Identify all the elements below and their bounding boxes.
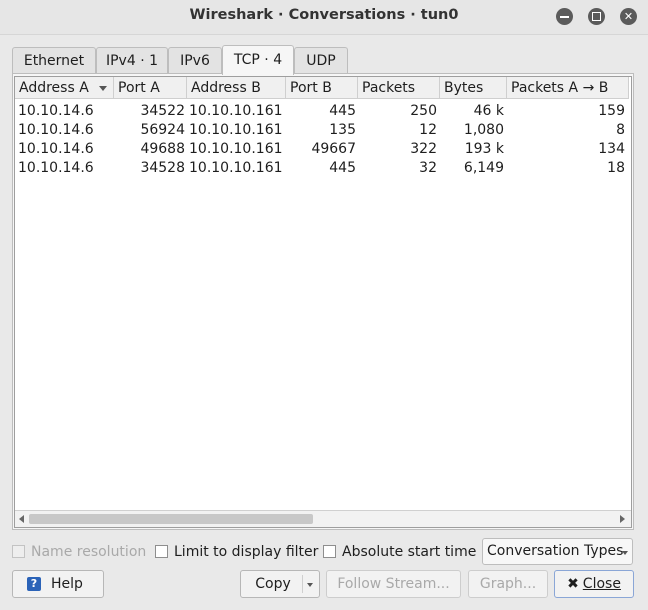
cell-packets-a-b: 18 <box>607 160 625 176</box>
cell-packets: 32 <box>419 160 437 176</box>
sort-descending-icon <box>99 86 107 91</box>
close-button[interactable]: ✖ Close <box>554 570 634 598</box>
tab-tcp[interactable]: TCP · 4 <box>222 45 294 75</box>
chevron-down-icon <box>622 551 628 555</box>
title-bar: Wireshark · Conversations · tun0 ✕ <box>0 0 648 35</box>
column-header-packets[interactable]: Packets <box>358 77 440 99</box>
column-header-bytes[interactable]: Bytes <box>440 77 507 99</box>
follow-stream-button[interactable]: Follow Stream... <box>326 570 461 598</box>
cell-packets: 322 <box>410 141 437 157</box>
cell-port-a: 34522 <box>140 103 185 119</box>
close-icon: ✖ <box>567 576 579 592</box>
cell-port-a: 56924 <box>140 122 185 138</box>
checkbox-box <box>12 545 25 558</box>
table-row[interactable]: 10.10.14.6 34528 10.10.10.161 445 32 6,1… <box>15 159 627 178</box>
cell-bytes: 46 k <box>473 103 504 119</box>
cell-packets-a-b: 134 <box>598 141 625 157</box>
help-icon: ? <box>27 577 41 591</box>
cell-address-b: 10.10.10.161 <box>189 122 283 138</box>
tab-panel: Address A Port A Address B Port B Packet… <box>12 73 634 530</box>
table-row[interactable]: 10.10.14.6 49688 10.10.10.161 49667 322 … <box>15 140 627 159</box>
cell-packets-a-b: 159 <box>598 103 625 119</box>
scrollbar-thumb[interactable] <box>29 514 313 524</box>
cell-bytes: 1,080 <box>463 122 504 138</box>
cell-port-a: 49688 <box>140 141 185 157</box>
window-title: Wireshark · Conversations · tun0 <box>189 7 459 23</box>
chevron-down-icon[interactable] <box>307 583 313 587</box>
cell-address-a: 10.10.14.6 <box>18 122 94 138</box>
conversations-table[interactable]: Address A Port A Address B Port B Packet… <box>14 76 632 528</box>
tab-ipv6[interactable]: IPv6 <box>168 47 222 73</box>
cell-address-b: 10.10.10.161 <box>189 103 283 119</box>
cell-bytes: 193 k <box>464 141 504 157</box>
column-header-port-b[interactable]: Port B <box>286 77 358 99</box>
column-header-packets-a-b[interactable]: Packets A → B <box>507 77 629 99</box>
column-header-address-a[interactable]: Address A <box>15 77 114 99</box>
horizontal-scrollbar[interactable] <box>15 510 631 527</box>
help-button[interactable]: ? Help <box>12 570 104 598</box>
cell-port-b: 49667 <box>311 141 356 157</box>
cell-address-b: 10.10.10.161 <box>189 141 283 157</box>
column-header-port-a[interactable]: Port A <box>114 77 187 99</box>
cell-address-a: 10.10.14.6 <box>18 141 94 157</box>
cell-packets-a-b: 8 <box>616 122 625 138</box>
maximize-icon[interactable] <box>588 8 605 25</box>
close-icon[interactable]: ✕ <box>620 8 637 25</box>
graph-button[interactable]: Graph... <box>468 570 548 598</box>
tab-udp[interactable]: UDP <box>294 47 348 73</box>
divider <box>302 575 303 593</box>
tab-ipv4[interactable]: IPv4 · 1 <box>96 47 168 73</box>
scroll-left-icon[interactable] <box>19 515 24 523</box>
table-row[interactable]: 10.10.14.6 34522 10.10.10.161 445 250 46… <box>15 102 627 121</box>
cell-address-a: 10.10.14.6 <box>18 103 94 119</box>
cell-bytes: 6,149 <box>463 160 504 176</box>
conversation-types-dropdown[interactable]: Conversation Types <box>482 538 633 565</box>
cell-packets: 12 <box>419 122 437 138</box>
cell-port-a: 34528 <box>140 160 185 176</box>
scroll-right-icon[interactable] <box>620 515 625 523</box>
cell-port-b: 445 <box>329 103 356 119</box>
table-row[interactable]: 10.10.14.6 56924 10.10.10.161 135 12 1,0… <box>15 121 627 140</box>
cell-packets: 250 <box>410 103 437 119</box>
checkbox-box <box>323 545 336 558</box>
column-header-address-b[interactable]: Address B <box>187 77 286 99</box>
cell-port-b: 135 <box>329 122 356 138</box>
cell-address-b: 10.10.10.161 <box>189 160 283 176</box>
tab-ethernet[interactable]: Ethernet <box>12 47 96 73</box>
cell-address-a: 10.10.14.6 <box>18 160 94 176</box>
minimize-icon[interactable] <box>556 8 573 25</box>
checkbox-box <box>155 545 168 558</box>
copy-button[interactable]: Copy <box>240 570 320 598</box>
cell-port-b: 445 <box>329 160 356 176</box>
